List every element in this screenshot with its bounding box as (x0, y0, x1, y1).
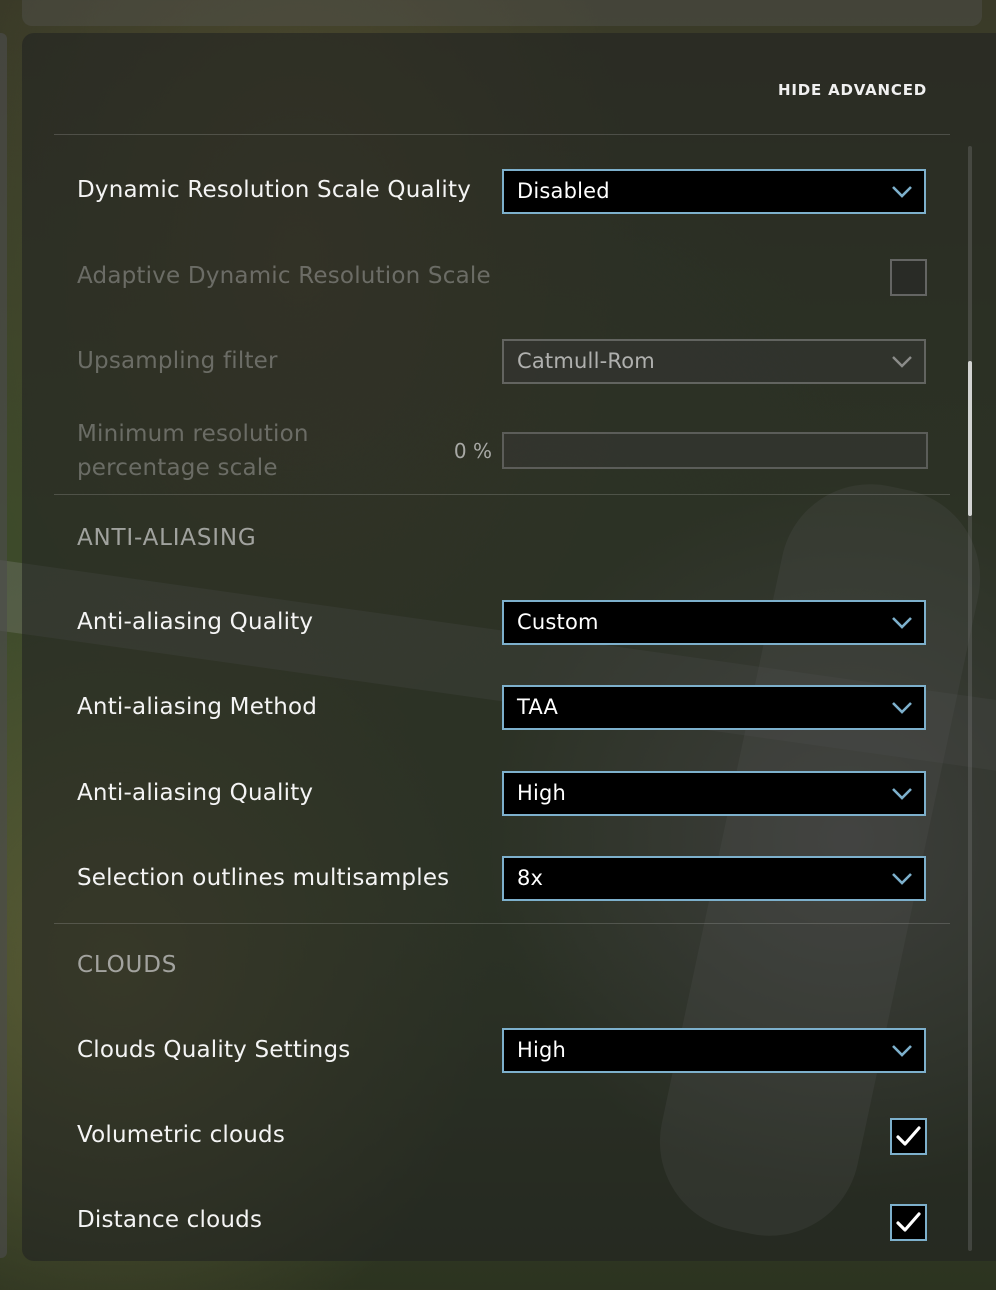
divider (54, 494, 950, 495)
volumetric-clouds-label: Volumetric clouds (77, 1122, 286, 1148)
dropdown-value: Custom (517, 610, 599, 634)
clouds-section-title: CLOUDS (77, 952, 178, 978)
anti-aliasing-quality-label: Anti-aliasing Quality (77, 609, 314, 635)
selection-outlines-multisamples-dropdown[interactable]: 8x (502, 856, 926, 901)
anti-aliasing-method-label: Anti-aliasing Method (77, 694, 318, 720)
scrollbar-track[interactable] (968, 146, 972, 1251)
volumetric-clouds-checkbox[interactable] (890, 1118, 927, 1155)
anti-aliasing-quality-dropdown[interactable]: Custom (502, 600, 926, 645)
min-res-percentage-value: 0 % (453, 439, 492, 463)
adaptive-dynamic-res-checkbox[interactable] (890, 259, 927, 296)
dropdown-value: High (517, 1038, 567, 1062)
chevron-down-icon (892, 356, 912, 368)
distance-clouds-checkbox[interactable] (890, 1204, 927, 1241)
selection-outlines-multisamples-label: Selection outlines multisamples (77, 865, 450, 891)
chevron-down-icon (892, 1045, 912, 1057)
distance-clouds-label: Distance clouds (77, 1207, 263, 1233)
anti-aliasing-quality-label: Anti-aliasing Quality (77, 780, 314, 806)
dropdown-value: 8x (517, 866, 544, 890)
top-panel-edge (22, 0, 982, 26)
chevron-down-icon (892, 702, 912, 714)
chevron-down-icon (892, 186, 912, 198)
dropdown-value: Disabled (517, 179, 610, 203)
divider (54, 923, 950, 924)
adaptive-dynamic-res-label: Adaptive Dynamic Resolution Scale (77, 263, 491, 289)
clouds-quality-dropdown[interactable]: High (502, 1028, 926, 1073)
dropdown-value: High (517, 781, 567, 805)
checkmark-icon (896, 1126, 921, 1146)
chevron-down-icon (892, 873, 912, 885)
graphics-settings-panel: HIDE ADVANCED Dynamic Resolution Scale Q… (22, 33, 996, 1261)
clouds-quality-label: Clouds Quality Settings (77, 1037, 351, 1063)
upsampling-filter-dropdown[interactable]: Catmull-Rom (502, 339, 926, 384)
anti-aliasing-quality-level-dropdown[interactable]: High (502, 771, 926, 816)
min-res-percentage-slider[interactable] (502, 432, 928, 469)
left-panel-edge (0, 33, 7, 1258)
scrollbar-thumb[interactable] (968, 361, 972, 516)
checkmark-icon (896, 1212, 921, 1232)
chevron-down-icon (892, 617, 912, 629)
dropdown-value: Catmull-Rom (517, 349, 655, 373)
chevron-down-icon (892, 788, 912, 800)
dynamic-res-quality-label: Dynamic Resolution Scale Quality (77, 177, 472, 203)
dynamic-res-quality-dropdown[interactable]: Disabled (502, 169, 926, 214)
min-res-percentage-label: Minimum resolution percentage scale (77, 421, 309, 481)
hide-advanced-button[interactable]: HIDE ADVANCED (778, 81, 927, 99)
divider (54, 134, 950, 135)
anti-aliasing-section-title: ANTI-ALIASING (77, 525, 257, 551)
upsampling-filter-label: Upsampling filter (77, 348, 278, 374)
anti-aliasing-method-dropdown[interactable]: TAA (502, 685, 926, 730)
dropdown-value: TAA (517, 695, 559, 719)
